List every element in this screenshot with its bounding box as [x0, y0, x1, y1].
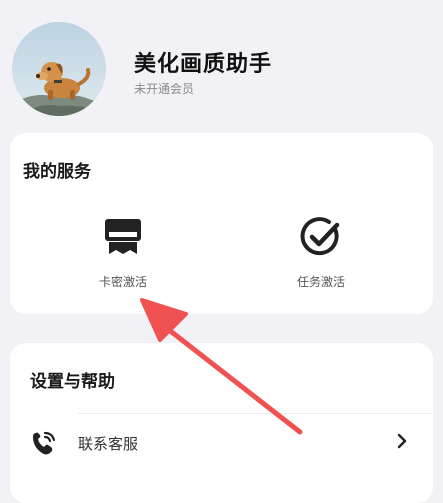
- settings-card: 设置与帮助 联系客服: [10, 343, 433, 503]
- contact-support-label: 联系客服: [78, 435, 139, 453]
- card-activate-button[interactable]: 卡密激活: [68, 215, 178, 295]
- services-card: 我的服务 卡密激活 任务激活: [10, 133, 433, 314]
- settings-title: 设置与帮助: [30, 372, 115, 392]
- card-key-icon: [105, 219, 141, 254]
- member-status[interactable]: 未开通会员: [134, 80, 194, 97]
- services-title: 我的服务: [23, 162, 91, 182]
- task-activate-button[interactable]: 任务激活: [266, 215, 376, 295]
- profile-header: 美化画质助手 未开通会员: [0, 0, 443, 128]
- task-activate-label: 任务激活: [296, 275, 345, 289]
- customer-service-icon: [33, 431, 56, 455]
- app-name: 美化画质助手: [134, 52, 273, 77]
- check-circle-icon: [300, 217, 340, 256]
- dog-avatar-icon: [12, 22, 106, 116]
- chevron-right-icon: [397, 433, 407, 449]
- row-divider: [78, 413, 433, 414]
- contact-support-row[interactable]: 联系客服: [10, 413, 433, 473]
- avatar[interactable]: [12, 22, 106, 116]
- card-activate-label: 卡密激活: [98, 275, 147, 289]
